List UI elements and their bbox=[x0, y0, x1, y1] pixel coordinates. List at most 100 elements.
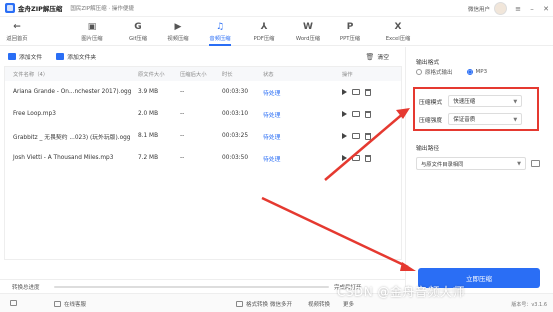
output-path-title: 输出路径 bbox=[416, 146, 440, 152]
header-status: 状态 bbox=[263, 72, 274, 78]
play-icon[interactable] bbox=[342, 111, 347, 117]
orig-size: 3.9 MB bbox=[138, 89, 159, 95]
duration: 00:03:25 bbox=[222, 133, 249, 139]
format-convert-link[interactable]: 格式转换 bbox=[236, 300, 268, 308]
nav-tab-1[interactable]: G Gif压缩 bbox=[118, 17, 158, 46]
progress-track bbox=[54, 286, 329, 288]
settings-panel: 输出格式 原格式输出 MP3 压缩模式 快速压缩 ▼ 压缩强度 保证音质 ▼ 输… bbox=[405, 47, 553, 292]
file-toolbar: 添加文件 添加文件夹 🗑 清空 bbox=[0, 47, 405, 65]
progress-label: 转换总进度 bbox=[12, 284, 40, 291]
file-name: Free Loop.mp3 bbox=[13, 111, 56, 117]
comp-size: -- bbox=[180, 155, 185, 161]
radio-original-format[interactable]: 原格式输出 bbox=[416, 68, 453, 76]
add-file-icon bbox=[8, 52, 16, 60]
compress-mode-field: 压缩模式 快速压缩 ▼ bbox=[419, 95, 523, 107]
video-icon: ▶ bbox=[174, 22, 182, 32]
nav-tab-7[interactable]: X Excel压缩 bbox=[378, 17, 418, 46]
table-header: 文件名称（4） 原文件大小 压缩后大小 时长 状态 操作 bbox=[5, 67, 401, 81]
compress-level-field: 压缩强度 保证音质 ▼ bbox=[419, 113, 523, 125]
table-row[interactable]: Josh Vietti - A Thousand Miles.mp3 7.2 MB… bbox=[5, 147, 401, 169]
wechat-multi-link[interactable]: 微信多开 bbox=[270, 300, 292, 308]
play-icon[interactable] bbox=[342, 155, 347, 161]
version-label: 版本号：v3.1.6 bbox=[511, 302, 547, 308]
add-file-button[interactable]: 添加文件 bbox=[8, 52, 42, 61]
folder-icon[interactable] bbox=[352, 111, 360, 117]
gif-icon: G bbox=[134, 22, 142, 32]
word-icon: W bbox=[303, 22, 313, 32]
status-link[interactable]: 待处理 bbox=[263, 154, 280, 163]
status-link[interactable]: 待处理 bbox=[263, 110, 280, 119]
row-actions bbox=[342, 110, 371, 118]
nav-tab-6[interactable]: P PPT压缩 bbox=[330, 17, 370, 46]
trash-icon[interactable] bbox=[365, 88, 371, 96]
duration: 00:03:50 bbox=[222, 155, 249, 161]
trash-icon[interactable] bbox=[365, 154, 371, 162]
folder-icon[interactable] bbox=[352, 89, 360, 95]
file-name: Ariana Grande - On...nchester 2017).ogg bbox=[13, 89, 132, 95]
table-row[interactable]: Free Loop.mp3 2.0 MB -- 00:03:10 待处理 bbox=[5, 103, 401, 125]
compress-mode-select[interactable]: 快速压缩 ▼ bbox=[448, 95, 523, 107]
pdf-icon: ⅄ bbox=[260, 22, 268, 32]
highlight-box: 压缩模式 快速压缩 ▼ 压缩强度 保证音质 ▼ bbox=[413, 87, 539, 131]
nav-tab-4[interactable]: ⅄ PDF压缩 bbox=[244, 17, 284, 46]
more-link[interactable]: 更多 bbox=[343, 300, 354, 308]
folder-icon[interactable] bbox=[531, 160, 540, 167]
duration: 00:03:10 bbox=[222, 111, 249, 117]
nav-tab-3[interactable]: ♫ 音频压缩 bbox=[200, 17, 240, 46]
radio-icon bbox=[416, 69, 422, 75]
avatar[interactable] bbox=[494, 2, 507, 15]
title-bar: 金舟ZIP解压缩 国民ZIP解压缩 · 操作便捷 微信用户 ≡ – ✕ bbox=[0, 0, 553, 17]
row-actions bbox=[342, 154, 371, 162]
nav-tab-2[interactable]: ▶ 视频压缩 bbox=[158, 17, 198, 46]
nav-tab-0[interactable]: ▣ 图片压缩 bbox=[72, 17, 112, 46]
online-service-link[interactable]: 在线客服 bbox=[54, 300, 86, 308]
trash-icon[interactable] bbox=[365, 132, 371, 140]
play-icon[interactable] bbox=[342, 133, 347, 139]
radio-checked-icon bbox=[466, 69, 473, 75]
watermark: CSDN @金舟音频大师 bbox=[337, 285, 466, 299]
clear-button[interactable]: 🗑 清空 bbox=[366, 52, 390, 62]
output-format-title: 输出格式 bbox=[416, 60, 440, 66]
add-folder-icon bbox=[56, 52, 65, 60]
user-name[interactable]: 微信用户 bbox=[468, 5, 490, 13]
play-icon[interactable] bbox=[342, 89, 347, 95]
orig-size: 8.1 MB bbox=[138, 133, 159, 139]
chevron-down-icon: ▼ bbox=[513, 117, 518, 123]
output-path-select[interactable]: 与原文件目录相同 ▼ bbox=[416, 157, 526, 170]
gear-icon bbox=[10, 300, 17, 306]
status-link[interactable]: 待处理 bbox=[263, 88, 280, 97]
folder-icon[interactable] bbox=[352, 155, 360, 161]
header-comp-size: 压缩后大小 bbox=[180, 72, 207, 78]
audio-icon: ♫ bbox=[215, 22, 225, 32]
category-nav: ← 返回首页 ▣ 图片压缩 G Gif压缩 ▶ 视频压缩 ♫ 音频压缩 ⅄ PDF压缩 W Word压… bbox=[0, 17, 553, 46]
compress-level-select[interactable]: 保证音质 ▼ bbox=[448, 113, 523, 125]
app-subtitle: 国民ZIP解压缩 · 操作便捷 bbox=[70, 6, 134, 12]
home-button[interactable]: ← 返回首页 bbox=[4, 17, 30, 46]
app-logo-icon bbox=[5, 3, 15, 13]
comp-size: -- bbox=[180, 133, 185, 139]
close-icon[interactable]: ✕ bbox=[539, 2, 553, 16]
duration: 00:03:30 bbox=[222, 89, 249, 95]
file-name: Josh Vietti - A Thousand Miles.mp3 bbox=[13, 155, 114, 161]
image-icon: ▣ bbox=[87, 22, 97, 32]
table-row[interactable]: Grabbitz _ 无畏契约 ...023) (玩外玩版).ogg 8.1 MB… bbox=[5, 125, 401, 147]
nav-tab-5[interactable]: W Word压缩 bbox=[288, 17, 328, 46]
header-orig-size: 原文件大小 bbox=[138, 72, 165, 78]
chat-icon bbox=[54, 301, 61, 307]
table-row[interactable]: Ariana Grande - On...nchester 2017).ogg 3… bbox=[5, 81, 401, 103]
back-arrow-icon: ← bbox=[13, 22, 21, 32]
chevron-down-icon: ▼ bbox=[517, 161, 521, 167]
menu-icon[interactable]: ≡ bbox=[511, 2, 525, 16]
app-name: 金舟ZIP解压缩 bbox=[18, 5, 63, 13]
radio-mp3[interactable]: MP3 bbox=[466, 68, 487, 76]
file-name: Grabbitz _ 无畏契约 ...023) (玩外玩版).ogg bbox=[13, 134, 131, 141]
chevron-down-icon: ▼ bbox=[513, 99, 518, 105]
settings-item[interactable] bbox=[10, 300, 20, 306]
video-convert-link[interactable]: 视频转换 bbox=[308, 300, 330, 308]
folder-icon[interactable] bbox=[352, 133, 360, 139]
minimize-icon[interactable]: – bbox=[525, 2, 539, 16]
trash-icon[interactable] bbox=[365, 110, 371, 118]
add-folder-button[interactable]: 添加文件夹 bbox=[56, 52, 96, 61]
header-duration: 时长 bbox=[222, 72, 233, 78]
status-link[interactable]: 待处理 bbox=[263, 132, 280, 141]
